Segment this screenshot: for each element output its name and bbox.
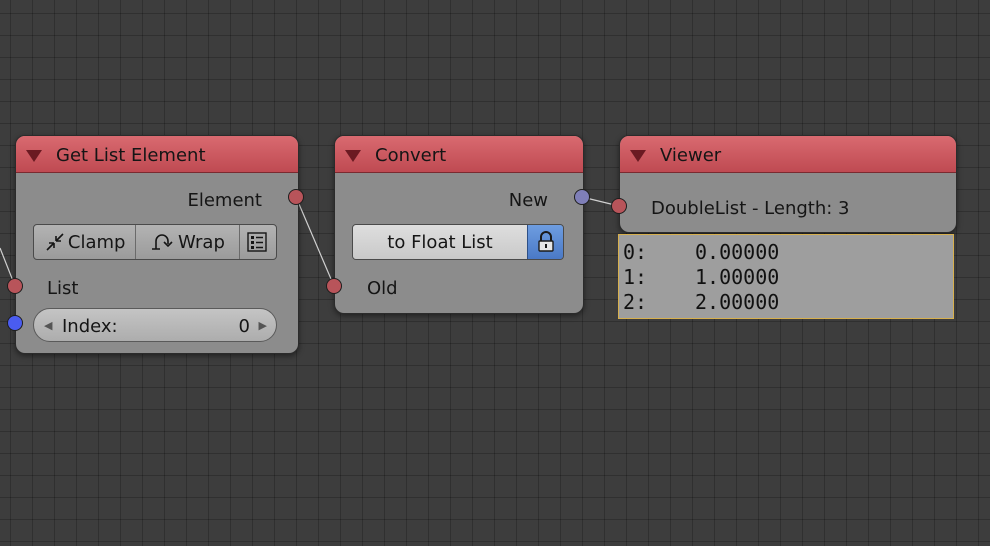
clamp-button[interactable]: Clamp: [34, 225, 137, 259]
socket-output-element[interactable]: [288, 189, 304, 205]
node-convert[interactable]: Convert New to Float List Old: [334, 135, 584, 314]
index-input[interactable]: ◀ Index: 0 ▶: [33, 308, 277, 342]
row-index: 2:: [623, 290, 648, 314]
clamp-label: Clamp: [67, 231, 126, 253]
row-index: 0:: [623, 240, 648, 264]
row-value: 0.00000: [695, 240, 780, 264]
input-label-old: Old: [367, 278, 398, 299]
collapse-triangle-icon[interactable]: [345, 150, 361, 162]
socket-input-data[interactable]: [611, 198, 627, 214]
list-item: 2: 2.00000: [623, 290, 953, 315]
node-header[interactable]: Viewer: [620, 136, 956, 173]
mode-buttons: Clamp Wrap: [33, 224, 277, 260]
wrap-icon: [152, 234, 173, 250]
increment-arrow-icon[interactable]: ▶: [259, 319, 267, 332]
decrement-arrow-icon[interactable]: ◀: [44, 319, 52, 332]
node-header[interactable]: Convert: [335, 136, 583, 173]
viewer-info: DoubleList - Length: 3: [651, 198, 850, 219]
convert-type-field[interactable]: to Float List: [352, 224, 564, 260]
output-label-new: New: [508, 190, 548, 211]
wrap-button[interactable]: Wrap: [136, 225, 240, 259]
node-header[interactable]: Get List Element: [16, 136, 298, 173]
index-value: 0: [238, 316, 250, 337]
viewer-output-list: 0: 0.00000 1: 1.00000 2: 2.00000: [618, 234, 954, 319]
index-label: Index:: [62, 316, 118, 337]
list-item: 0: 0.00000: [623, 240, 953, 265]
lock-icon: [537, 231, 554, 252]
collapse-triangle-icon[interactable]: [26, 150, 42, 162]
node-viewer[interactable]: Viewer DoubleList - Length: 3: [619, 135, 957, 233]
socket-input-list[interactable]: [7, 278, 23, 294]
link-element-to-old: [295, 196, 335, 287]
row-value: 2.00000: [695, 290, 780, 314]
list-settings-button[interactable]: [240, 225, 276, 259]
input-label-list: List: [47, 278, 79, 299]
list-item: 1: 1.00000: [623, 265, 953, 290]
node-title: Convert: [375, 145, 447, 166]
node-get-list-element[interactable]: Get List Element Element Clamp Wrap List…: [15, 135, 299, 354]
list-settings-icon: [247, 232, 267, 252]
collapse-triangle-icon[interactable]: [630, 150, 646, 162]
socket-output-new[interactable]: [574, 189, 590, 205]
node-title: Get List Element: [56, 145, 206, 166]
output-label-element: Element: [187, 190, 262, 211]
row-index: 1:: [623, 265, 648, 289]
lock-button[interactable]: [527, 225, 563, 259]
socket-input-old[interactable]: [326, 278, 342, 294]
node-title: Viewer: [660, 145, 722, 166]
row-value: 1.00000: [695, 265, 780, 289]
socket-input-index[interactable]: [7, 315, 23, 331]
wrap-label: Wrap: [178, 231, 225, 253]
clamp-icon: [46, 233, 64, 251]
convert-type-value[interactable]: to Float List: [353, 225, 527, 259]
